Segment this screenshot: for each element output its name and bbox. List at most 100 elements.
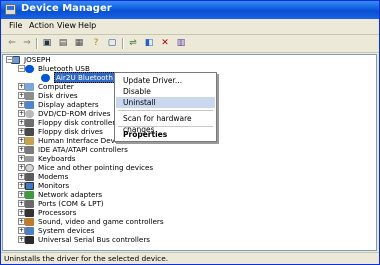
expand-icon[interactable]: + xyxy=(18,155,25,162)
tree-item-display-adapters[interactable]: + Display adapters xyxy=(18,100,99,109)
tree-root[interactable]: − JOSEPH xyxy=(6,55,51,64)
uninstall-icon[interactable]: ◧ xyxy=(142,37,156,50)
computer-icon[interactable]: ▣ xyxy=(40,37,54,50)
expand-icon[interactable]: + xyxy=(18,119,25,126)
expand-icon[interactable]: + xyxy=(18,236,25,243)
tree-item-dvd-cd-rom[interactable]: + DVD/CD-ROM drives xyxy=(18,109,111,118)
context-separator xyxy=(118,126,213,127)
display-adapter-icon xyxy=(25,100,34,109)
title-bar[interactable]: Device Manager xyxy=(1,1,379,19)
sound-icon xyxy=(25,217,34,226)
expand-icon[interactable]: + xyxy=(18,209,25,216)
processor-icon xyxy=(25,208,34,217)
expand-icon[interactable]: + xyxy=(18,191,25,198)
tree-item-floppy-drives[interactable]: + Floppy disk drives xyxy=(18,127,103,136)
ide-controller-icon xyxy=(25,145,34,154)
expand-icon[interactable]: + xyxy=(18,92,25,99)
menu-file[interactable]: File xyxy=(9,21,22,30)
disable-icon[interactable]: ✕ xyxy=(158,37,172,50)
scan-hardware-icon[interactable]: ▢ xyxy=(105,37,119,50)
usb-controller-icon xyxy=(25,235,34,244)
floppy-controller-icon xyxy=(25,118,34,127)
expand-icon[interactable]: + xyxy=(18,182,25,189)
tree-item-mice[interactable]: + Mice and other pointing devices xyxy=(18,163,154,172)
tree-item-label: Computer xyxy=(38,82,74,91)
expand-icon[interactable]: + xyxy=(18,227,25,234)
tree-item-label: System devices xyxy=(38,226,95,235)
menu-action[interactable]: Action xyxy=(29,21,54,30)
expand-icon[interactable]: + xyxy=(18,128,25,135)
tree-root-label: JOSEPH xyxy=(24,55,51,64)
expand-icon[interactable]: + xyxy=(18,137,25,144)
status-bar: Uninstalls the driver for the selected d… xyxy=(1,252,379,264)
tree-item-monitors[interactable]: + Monitors xyxy=(18,181,69,190)
network-adapter-icon xyxy=(25,190,34,199)
mouse-icon xyxy=(25,163,34,172)
tree-item-floppy-controllers[interactable]: + Floppy disk controllers xyxy=(18,118,119,127)
dvd-drive-icon xyxy=(25,109,34,118)
modem-icon xyxy=(25,172,34,181)
tree-item-sound[interactable]: + Sound, video and game controllers xyxy=(18,217,164,226)
window-title: Device Manager xyxy=(21,3,112,14)
tree-item-computer[interactable]: + Computer xyxy=(18,82,74,91)
collapse-icon[interactable]: − xyxy=(18,65,25,72)
system-device-icon xyxy=(25,226,34,235)
print-icon[interactable]: ▤ xyxy=(56,37,70,50)
expand-icon[interactable]: + xyxy=(18,164,25,171)
tree-item-system-devices[interactable]: + System devices xyxy=(18,226,95,235)
toolbar-separator xyxy=(122,38,124,49)
help-icon[interactable]: ? xyxy=(89,37,103,50)
tree-item-modems[interactable]: + Modems xyxy=(18,172,69,181)
tree-item-disk-drives[interactable]: + Disk drives xyxy=(18,91,78,100)
context-properties[interactable]: Properties xyxy=(116,129,215,140)
toolbar-separator xyxy=(36,38,38,49)
tree-item-label: Floppy disk drives xyxy=(38,127,103,136)
expand-icon[interactable]: + xyxy=(18,83,25,90)
update-driver-icon[interactable]: ⇌ xyxy=(126,37,140,50)
expand-icon[interactable]: + xyxy=(18,146,25,153)
menu-bar: File Action View Help xyxy=(1,19,379,35)
collapse-icon[interactable]: − xyxy=(6,56,13,63)
keyboard-icon xyxy=(25,155,34,162)
forward-icon[interactable]: ⇒ xyxy=(20,37,34,50)
menu-help[interactable]: Help xyxy=(78,21,96,30)
expand-icon[interactable]: + xyxy=(18,110,25,117)
expand-icon[interactable]: + xyxy=(18,101,25,108)
context-menu: Update Driver... Disable Uninstall Scan … xyxy=(114,72,217,142)
context-scan-hardware[interactable]: Scan for hardware changes xyxy=(116,113,215,134)
tree-item-label: Universal Serial Bus controllers xyxy=(38,235,151,244)
expand-icon[interactable]: + xyxy=(18,200,25,207)
tree-item-ports[interactable]: + Ports (COM & LPT) xyxy=(18,199,104,208)
tree-item-label: Network adapters xyxy=(38,190,103,199)
tree-item-usb-controllers[interactable]: + Universal Serial Bus controllers xyxy=(18,235,151,244)
tree-item-label: Disk drives xyxy=(38,91,78,100)
back-icon[interactable]: ⇐ xyxy=(5,37,19,50)
menu-view[interactable]: View xyxy=(57,21,76,30)
tree-item-label: DVD/CD-ROM drives xyxy=(38,109,111,118)
tree-item-label: IDE ATA/ATAPI controllers xyxy=(38,145,128,154)
bluetooth-icon xyxy=(41,73,50,82)
enable-icon[interactable]: ▥ xyxy=(174,37,188,50)
monitor-icon xyxy=(25,181,34,190)
tree-item-processors[interactable]: + Processors xyxy=(18,208,76,217)
device-manager-icon xyxy=(5,4,16,15)
disk-drive-icon xyxy=(25,91,34,100)
floppy-drive-icon xyxy=(25,127,34,136)
tree-item-keyboards[interactable]: + Keyboards xyxy=(18,154,76,163)
device-manager-window: Device Manager File Action View Help ⇐ ⇒… xyxy=(0,0,380,265)
computer-icon xyxy=(25,82,34,91)
tree-item-network-adapters[interactable]: + Network adapters xyxy=(18,190,103,199)
toolbar: ⇐ ⇒ ▣ ▤ ▦ ? ▢ ⇌ ◧ ✕ ▥ xyxy=(1,35,379,53)
tree-item-label: Mice and other pointing devices xyxy=(38,163,154,172)
context-update-driver[interactable]: Update Driver... xyxy=(116,75,215,86)
properties-icon[interactable]: ▦ xyxy=(72,37,86,50)
port-icon xyxy=(25,199,34,208)
tree-item-ide[interactable]: + IDE ATA/ATAPI controllers xyxy=(18,145,128,154)
tree-item-label: Modems xyxy=(38,172,69,181)
hid-icon xyxy=(25,136,34,145)
context-uninstall[interactable]: Uninstall xyxy=(116,97,215,108)
tree-item-label: Keyboards xyxy=(38,154,76,163)
expand-icon[interactable]: + xyxy=(18,173,25,180)
expand-icon[interactable]: + xyxy=(18,218,25,225)
context-disable[interactable]: Disable xyxy=(116,86,215,97)
